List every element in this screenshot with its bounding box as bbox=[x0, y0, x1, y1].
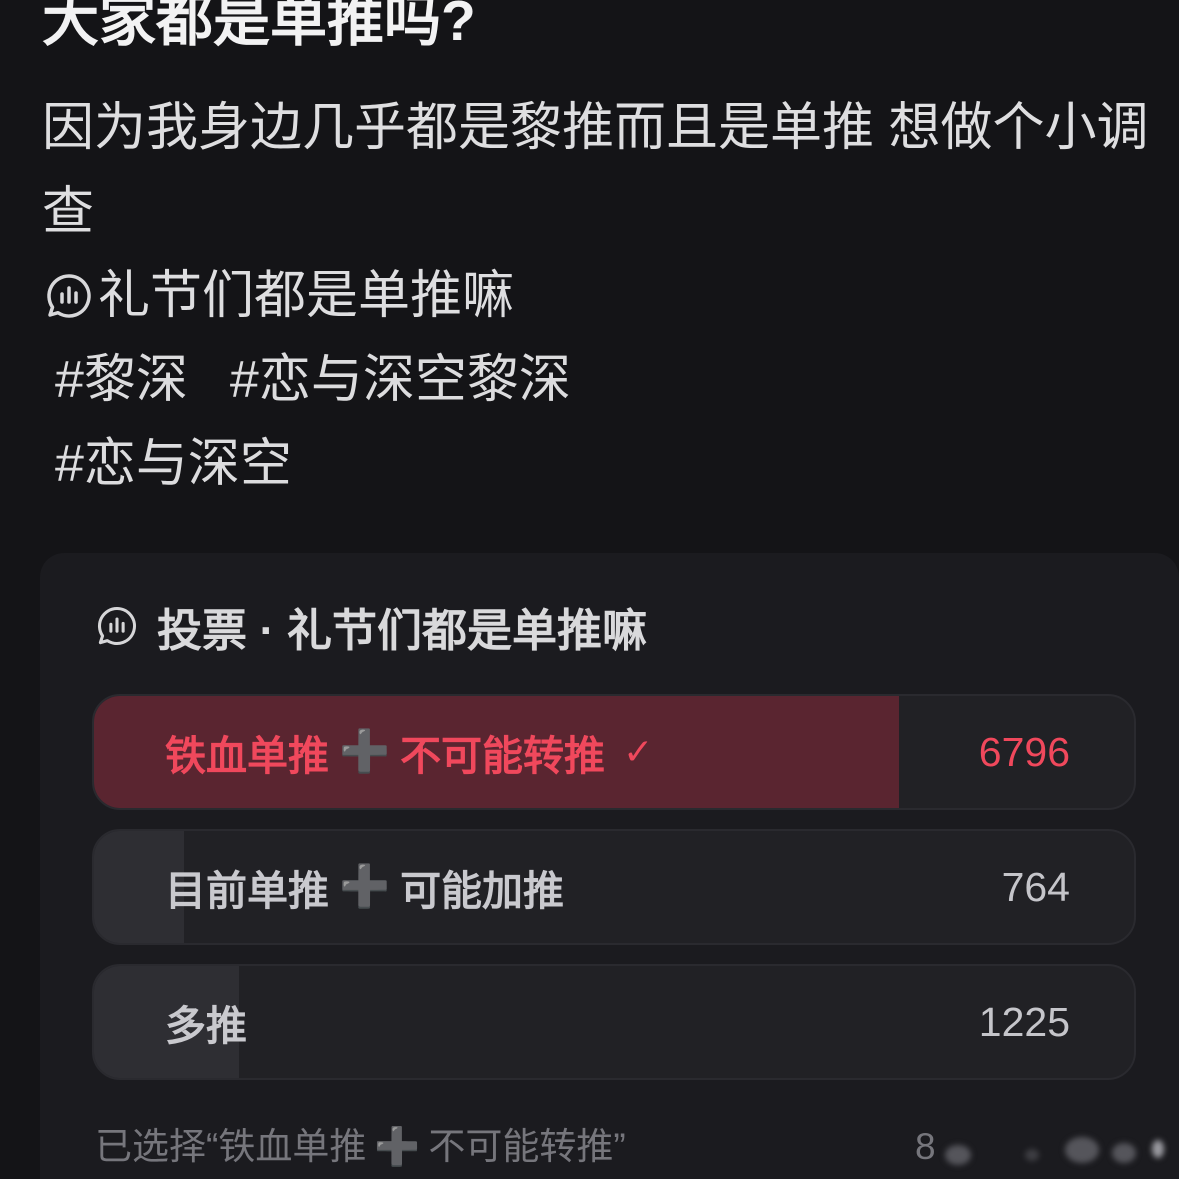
poll-option-label-left: 铁血单推 bbox=[165, 733, 329, 779]
post-body-line: 因为我身边几乎都是黎推而且是单推 想做个小调 bbox=[42, 99, 1149, 157]
poll-option[interactable]: 目前单推 ➕ 可能加推 764 bbox=[92, 829, 1136, 945]
selected-choice-prefix: 已选择“铁血单推 bbox=[95, 1126, 367, 1167]
poll-header: 投票 · 礼节们都是单推嘛 bbox=[96, 601, 647, 656]
blurred-overlay-blob bbox=[1065, 1137, 1099, 1163]
hashtag-link[interactable]: #恋与深空 bbox=[55, 422, 292, 506]
hashtag-link[interactable]: #黎深 bbox=[55, 338, 188, 422]
poll-option[interactable]: 多推 1225 bbox=[92, 964, 1136, 1080]
poll-option-label-right: 不可能转推 bbox=[400, 733, 606, 779]
selected-choice-suffix: 不可能转推” bbox=[428, 1126, 626, 1167]
vote-count: 1225 bbox=[978, 998, 1070, 1045]
poll-option[interactable]: 铁血单推 ➕ 不可能转推 ✓ 6796 bbox=[92, 694, 1136, 810]
poll-icon bbox=[96, 605, 138, 647]
vote-count: 6796 bbox=[978, 728, 1070, 775]
plus-sign: ➕ bbox=[374, 1126, 421, 1167]
hashtag-row: #黎深 #恋与深空黎深 bbox=[42, 338, 1172, 422]
post-body: 因为我身边几乎都是黎推而且是单推 想做个小调 查 礼节们都是单推嘛 #黎深 #恋与… bbox=[42, 86, 1172, 506]
poll-card: 投票 · 礼节们都是单推嘛 铁血单推 ➕ 不可能转推 ✓ 6796 目前单推 ➕ 可能加推… bbox=[40, 553, 1179, 1179]
vote-count: 764 bbox=[1001, 863, 1070, 910]
poll-option-label-left: 多推 bbox=[165, 1003, 247, 1049]
hashtag-row: #恋与深空 bbox=[42, 422, 1172, 506]
poll-option-label: 铁血单推 ➕ 不可能转推 ✓ bbox=[165, 696, 653, 808]
check-icon: ✓ bbox=[623, 731, 654, 772]
blurred-overlay-blob bbox=[1152, 1140, 1164, 1158]
post-title: 大家都是单推吗? bbox=[42, 0, 476, 53]
blurred-overlay-blob bbox=[1112, 1143, 1136, 1163]
blurred-overlay-blob bbox=[945, 1145, 971, 1165]
poll-option-label: 目前单推 ➕ 可能加推 bbox=[165, 831, 564, 943]
plus-sign: ➕ bbox=[339, 863, 391, 909]
poll-title: 投票 · 礼节们都是单推嘛 bbox=[157, 604, 647, 656]
poll-mention-link[interactable]: 礼节们都是单推嘛 bbox=[42, 254, 1172, 338]
participant-count: 8 bbox=[915, 1126, 936, 1167]
selected-choice-text: 已选择“铁血单推 ➕ 不可能转推” bbox=[95, 1122, 626, 1172]
poll-option-label-left: 目前单推 bbox=[165, 868, 329, 914]
poll-option-label: 多推 bbox=[165, 966, 247, 1078]
post-body-line: 查 bbox=[42, 183, 95, 241]
poll-icon bbox=[45, 272, 93, 320]
poll-option-label-right: 可能加推 bbox=[400, 868, 565, 914]
poll-mention-text: 礼节们都是单推嘛 bbox=[98, 267, 515, 325]
blurred-overlay-blob bbox=[1025, 1149, 1039, 1161]
hashtag-link[interactable]: #恋与深空黎深 bbox=[230, 338, 571, 422]
plus-sign: ➕ bbox=[339, 728, 391, 774]
